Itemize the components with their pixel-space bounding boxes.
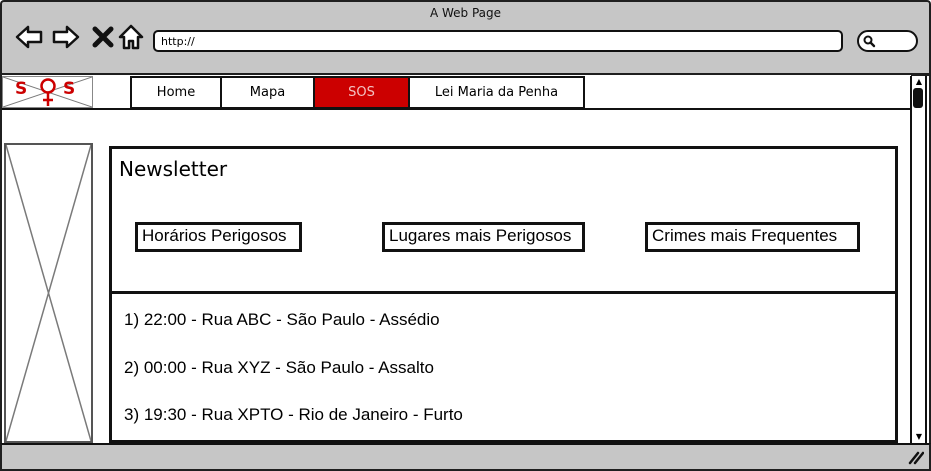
tab-crimes-mais-frequentes[interactable]: Crimes mais Frequentes xyxy=(645,222,860,252)
scrollbar-thumb[interactable] xyxy=(913,88,923,108)
search-icon xyxy=(863,35,876,48)
list-item: 1) 22:00 - Rua ABC - São Paulo - Assédio xyxy=(124,310,440,329)
nav-item-lei-maria-da-penha[interactable]: Lei Maria da Penha xyxy=(408,76,585,109)
tab-lugares-mais-perigosos[interactable]: Lugares mais Perigosos xyxy=(382,222,585,252)
search-box[interactable] xyxy=(857,30,918,52)
nav-item-home[interactable]: Home xyxy=(130,76,222,109)
tab-horarios-perigosos[interactable]: Horários Perigosos xyxy=(135,222,302,252)
list-item: 3) 19:30 - Rua XPTO - Rio de Janeiro - F… xyxy=(124,405,463,424)
newsletter-panel xyxy=(109,146,898,443)
logo[interactable]: S S xyxy=(2,76,93,108)
female-symbol-icon xyxy=(40,78,56,106)
home-icon[interactable] xyxy=(116,22,146,52)
logo-letter-left: S xyxy=(15,79,28,99)
vertical-scrollbar[interactable] xyxy=(910,76,927,444)
list-item: 2) 00:00 - Rua XYZ - São Paulo - Assalto xyxy=(124,358,434,377)
close-icon[interactable] xyxy=(88,22,118,52)
logo-letter-right: S xyxy=(63,79,76,99)
image-placeholder xyxy=(4,143,93,443)
nav-item-mapa[interactable]: Mapa xyxy=(220,76,315,109)
back-arrow-icon[interactable] xyxy=(14,22,44,52)
scroll-up-icon[interactable]: ▲ xyxy=(912,77,926,87)
status-bar xyxy=(0,443,931,471)
page-title: Newsletter xyxy=(119,157,228,181)
forward-arrow-icon[interactable] xyxy=(51,22,81,52)
url-bar[interactable]: http:// xyxy=(153,30,843,52)
nav-item-sos[interactable]: SOS xyxy=(313,76,410,109)
image-placeholder-graphic xyxy=(5,144,92,442)
scroll-down-icon[interactable]: ▼ xyxy=(912,432,926,442)
window-title: A Web Page xyxy=(429,6,502,20)
resize-handle-icon[interactable] xyxy=(906,449,924,465)
panel-divider xyxy=(109,291,898,294)
